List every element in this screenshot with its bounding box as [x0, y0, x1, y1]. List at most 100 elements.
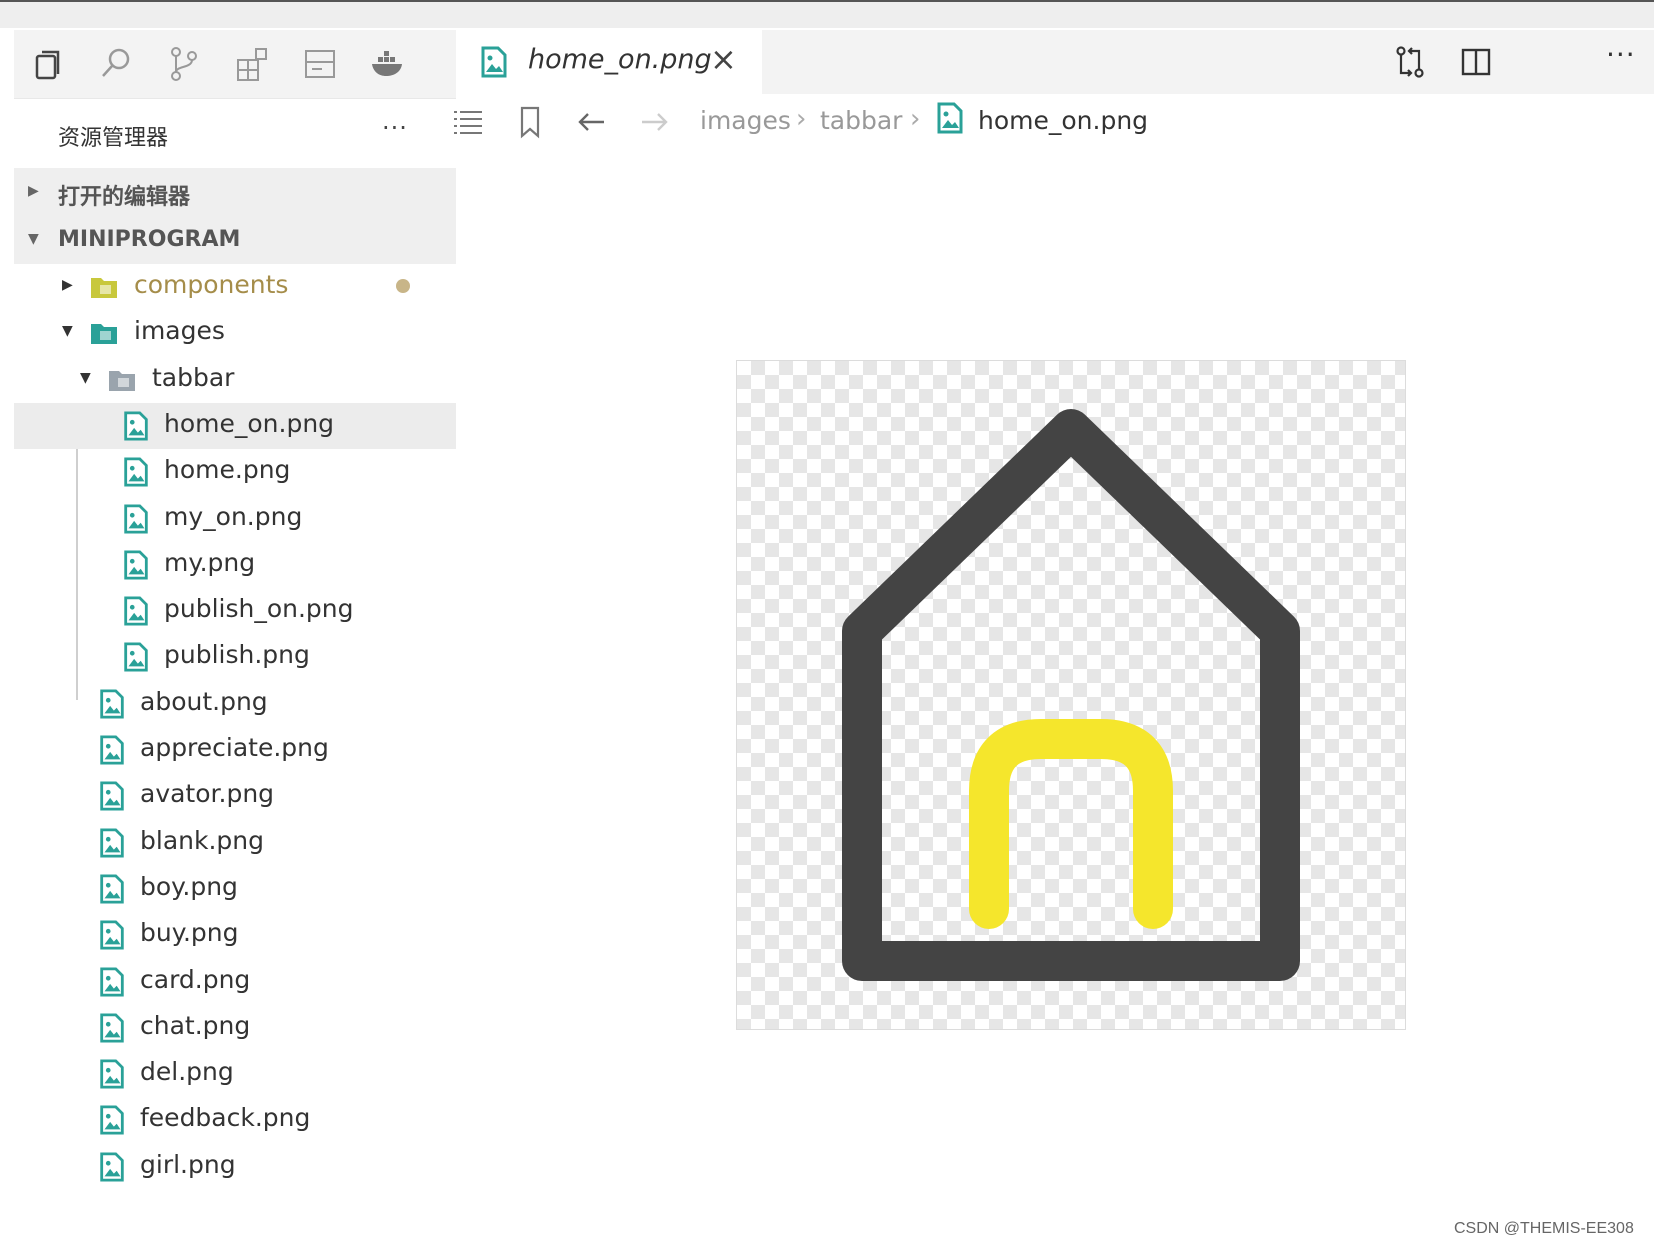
tree-item-tabbar[interactable]: ▼ tabbar	[14, 357, 456, 403]
extensions-icon[interactable]	[232, 44, 272, 84]
tab-home-on-png[interactable]: home_on.png ×	[456, 30, 762, 94]
folder-icon	[108, 365, 136, 395]
image-file-icon	[122, 457, 150, 487]
forward-arrow-icon[interactable]	[636, 104, 672, 140]
open-editors-section[interactable]: ▶ 打开的编辑器	[14, 168, 456, 216]
tree-item-label: my_on.png	[164, 501, 303, 531]
project-section[interactable]: ▼ MINIPROGRAM	[14, 216, 456, 264]
tab-bar: home_on.png × ···	[456, 30, 1654, 94]
image-file-icon	[98, 1013, 126, 1043]
tree-item-about-png[interactable]: about.png	[14, 681, 456, 727]
folder-icon	[90, 318, 118, 348]
image-file-icon	[98, 1152, 126, 1182]
breadcrumb: images › tabbar › home_on.png	[454, 94, 1654, 150]
home-icon-image	[842, 409, 1300, 981]
explorer-title: 资源管理器	[58, 126, 169, 151]
tree-item-label: buy.png	[140, 918, 239, 948]
tree-item-appreciate-png[interactable]: appreciate.png	[14, 727, 456, 773]
tree-item-label: home_on.png	[164, 408, 335, 438]
editor-area: home_on.png × ··· images › tabbar › home…	[454, 30, 1654, 1247]
breadcrumb-images[interactable]: images	[700, 106, 791, 135]
tree-item-my-png[interactable]: my.png	[14, 542, 456, 588]
tree-item-label: girl.png	[140, 1149, 236, 1179]
tree-item-buy-png[interactable]: buy.png	[14, 912, 456, 958]
tree-item-label: feedback.png	[140, 1103, 311, 1133]
tree-item-label: del.png	[140, 1057, 234, 1087]
tree-item-label: card.png	[140, 964, 251, 994]
tree-item-boy-png[interactable]: boy.png	[14, 866, 456, 912]
image-file-icon	[98, 689, 126, 719]
tree-item-label: components	[134, 270, 289, 299]
explorer-icon[interactable]	[28, 44, 68, 84]
bookmark-icon[interactable]	[512, 104, 548, 140]
watermark: CSDN @THEMIS-EE308	[1454, 1220, 1634, 1237]
tree-item-label: publish_on.png	[164, 594, 354, 624]
tree-item-blank-png[interactable]: blank.png	[14, 820, 456, 866]
image-file-icon	[122, 596, 150, 626]
tree-item-avator-png[interactable]: avator.png	[14, 773, 456, 819]
tree-item-home-png[interactable]: home.png	[14, 449, 456, 495]
breadcrumb-file[interactable]: home_on.png	[978, 106, 1148, 135]
tree-item-girl-png[interactable]: girl.png	[14, 1144, 456, 1190]
tree-item-label: chat.png	[140, 1010, 251, 1040]
image-file-icon	[122, 411, 150, 441]
search-icon[interactable]	[96, 44, 136, 84]
back-arrow-icon[interactable]	[574, 104, 610, 140]
docker-icon[interactable]	[368, 44, 408, 84]
breadcrumb-separator: ›	[796, 104, 807, 134]
open-editors-label: 打开的编辑器	[58, 185, 191, 210]
image-file-icon	[936, 102, 964, 134]
list-icon[interactable]	[450, 104, 486, 140]
image-file-icon	[480, 46, 508, 78]
tree-item-publish-png[interactable]: publish.png	[14, 634, 456, 680]
image-file-icon	[98, 1105, 126, 1135]
tab-label: home_on.png	[528, 44, 712, 75]
tree-item-publish-on-png[interactable]: publish_on.png	[14, 588, 456, 634]
chevron-down-icon[interactable]: ▼	[62, 323, 73, 339]
tree-item-card-png[interactable]: card.png	[14, 959, 456, 1005]
outline-icon[interactable]	[300, 44, 340, 84]
image-file-icon	[122, 642, 150, 672]
modified-indicator	[396, 279, 410, 293]
tree-item-label: appreciate.png	[140, 733, 329, 762]
tree-item-label: boy.png	[140, 871, 238, 901]
split-editor-icon[interactable]	[1458, 44, 1494, 80]
tree-item-my-on-png[interactable]: my_on.png	[14, 496, 456, 542]
tree-item-label: avator.png	[140, 779, 275, 809]
tree-item-label: home.png	[164, 455, 291, 485]
tree-item-images[interactable]: ▼ images	[14, 310, 456, 356]
image-file-icon	[122, 503, 150, 534]
breadcrumb-separator: ›	[910, 104, 921, 134]
tree-item-chat-png[interactable]: chat.png	[14, 1005, 456, 1051]
image-file-icon	[98, 1059, 126, 1089]
image-file-icon	[98, 735, 126, 765]
explorer-header: 资源管理器 ···	[14, 98, 456, 168]
chevron-down-icon: ▼	[28, 231, 39, 247]
chevron-down-icon[interactable]: ▼	[80, 370, 91, 386]
tree-item-feedback-png[interactable]: feedback.png	[14, 1097, 456, 1143]
close-icon[interactable]: ×	[710, 40, 737, 78]
chevron-right-icon: ▶	[28, 183, 39, 199]
image-file-icon	[98, 920, 126, 950]
source-control-icon[interactable]	[164, 44, 204, 84]
tree-item-label: blank.png	[140, 825, 264, 855]
chevron-right-icon[interactable]: ▶	[62, 277, 73, 293]
editor-more-button[interactable]: ···	[1606, 38, 1636, 71]
image-file-icon	[98, 828, 126, 858]
project-label: MINIPROGRAM	[58, 227, 241, 252]
tree-item-components[interactable]: ▶ components	[14, 264, 456, 310]
tree-item-home-on-png[interactable]: home_on.png	[14, 402, 456, 449]
image-file-icon	[98, 781, 126, 811]
breadcrumb-tabbar[interactable]: tabbar	[820, 106, 902, 135]
tree-item-label: images	[134, 316, 225, 346]
tree-item-del-png[interactable]: del.png	[14, 1051, 456, 1097]
image-preview	[736, 360, 1406, 1030]
sidebar: 资源管理器 ··· ▶ 打开的编辑器 ▼ MINIPROGRAM ▶ compon…	[14, 30, 457, 1247]
tree-item-label: my.png	[164, 547, 256, 577]
activity-bar	[14, 30, 456, 99]
explorer-more-button[interactable]: ···	[382, 114, 408, 142]
image-file-icon	[98, 874, 126, 904]
tree-item-label: tabbar	[152, 362, 235, 392]
tree-item-label: publish.png	[164, 640, 310, 670]
compare-changes-icon[interactable]	[1392, 44, 1428, 80]
